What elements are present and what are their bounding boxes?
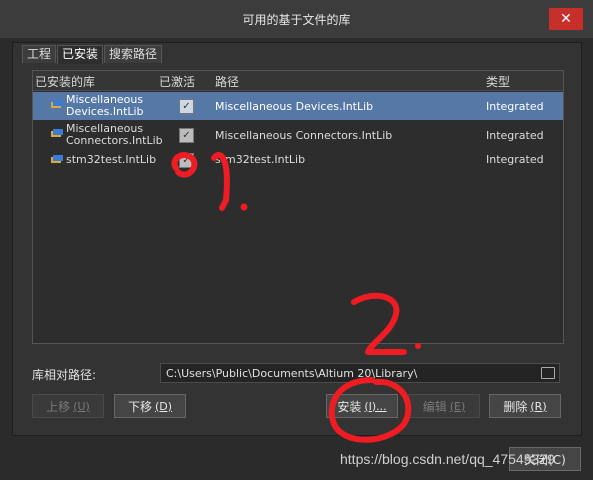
remove-button[interactable]: 删除 (R): [489, 394, 561, 418]
move-down-button[interactable]: 下移 (D): [114, 394, 186, 418]
relative-path-label: 库相对路径:: [32, 368, 97, 382]
move-down-label: 下移: [127, 399, 152, 414]
activated-checkbox[interactable]: ✓: [179, 99, 194, 114]
title-bar: 可用的基于文件的库 ✕: [0, 0, 593, 38]
move-up-hotkey: (U): [73, 399, 90, 413]
library-path: stm32test.IntLib: [215, 153, 306, 166]
close-icon: ✕: [560, 11, 572, 27]
remove-label: 删除: [503, 399, 528, 414]
tab-installed[interactable]: 已安装: [57, 45, 104, 64]
tab-project-label: 工程: [27, 47, 52, 61]
install-label: 安装: [337, 399, 362, 414]
close-button[interactable]: 关闭(C): [509, 447, 581, 471]
header-type[interactable]: 类型: [486, 73, 510, 90]
window-title: 可用的基于文件的库: [242, 12, 351, 27]
tab-search-path-label: 搜索路径: [109, 47, 158, 61]
tab-installed-label: 已安装: [62, 47, 99, 61]
header-path[interactable]: 路径: [215, 73, 239, 90]
check-icon: ✓: [182, 155, 191, 166]
edit-hotkey: (E): [449, 399, 466, 413]
library-path: Miscellaneous Devices.IntLib: [215, 100, 374, 113]
move-up-button[interactable]: 上移 (U): [32, 394, 104, 418]
library-name: stm32test.IntLib: [66, 153, 157, 166]
install-hotkey: (I)...: [364, 399, 387, 413]
move-down-hotkey: (D): [154, 399, 173, 413]
header-installed-lib[interactable]: 已安装的库: [35, 73, 95, 90]
table-header: 已安装的库 已激活 路径 类型: [33, 71, 563, 91]
tab-bar: 工程 已安装 搜索路径: [22, 45, 163, 64]
library-icon: [51, 100, 63, 109]
library-name: Miscellaneous Devices.IntLib: [66, 93, 144, 118]
library-icon: [51, 129, 63, 138]
install-button[interactable]: 安装 (I)...: [326, 394, 398, 418]
header-activated[interactable]: 已激活: [159, 73, 195, 90]
table-row[interactable]: Miscellaneous Devices.IntLib ✓ Miscellan…: [33, 92, 563, 120]
move-up-label: 上移: [46, 399, 71, 414]
library-path: Miscellaneous Connectors.IntLib: [215, 129, 393, 142]
table-row[interactable]: Miscellaneous Connectors.IntLib ✓ Miscel…: [33, 121, 563, 149]
close-button-label: 关闭(C): [524, 452, 566, 467]
remove-hotkey: (R): [530, 399, 547, 413]
relative-path-value: C:\Users\Public\Documents\Altium 20\Libr…: [166, 367, 418, 380]
library-name: Miscellaneous Connectors.IntLib: [66, 122, 163, 147]
tab-project[interactable]: 工程: [22, 45, 57, 63]
relative-path-field[interactable]: C:\Users\Public\Documents\Altium 20\Libr…: [160, 363, 560, 383]
tab-search-path[interactable]: 搜索路径: [104, 45, 163, 63]
activated-checkbox[interactable]: ✓: [179, 128, 194, 143]
library-type: Integrated: [486, 100, 544, 113]
library-icon: [51, 155, 63, 164]
edit-button[interactable]: 编辑 (E): [408, 394, 480, 418]
check-icon: ✓: [182, 101, 191, 112]
edit-label: 编辑: [422, 399, 447, 414]
browse-folder-icon[interactable]: [541, 367, 555, 379]
library-type: Integrated: [486, 129, 544, 142]
table-row[interactable]: stm32test.IntLib ✓ stm32test.IntLib Inte…: [33, 151, 563, 169]
library-type: Integrated: [486, 153, 544, 166]
installed-library-list[interactable]: 已安装的库 已激活 路径 类型 Miscellaneous Devices.In…: [32, 70, 564, 344]
activated-checkbox[interactable]: ✓: [179, 153, 194, 168]
check-icon: ✓: [182, 130, 191, 141]
window-close-button[interactable]: ✕: [549, 8, 583, 30]
